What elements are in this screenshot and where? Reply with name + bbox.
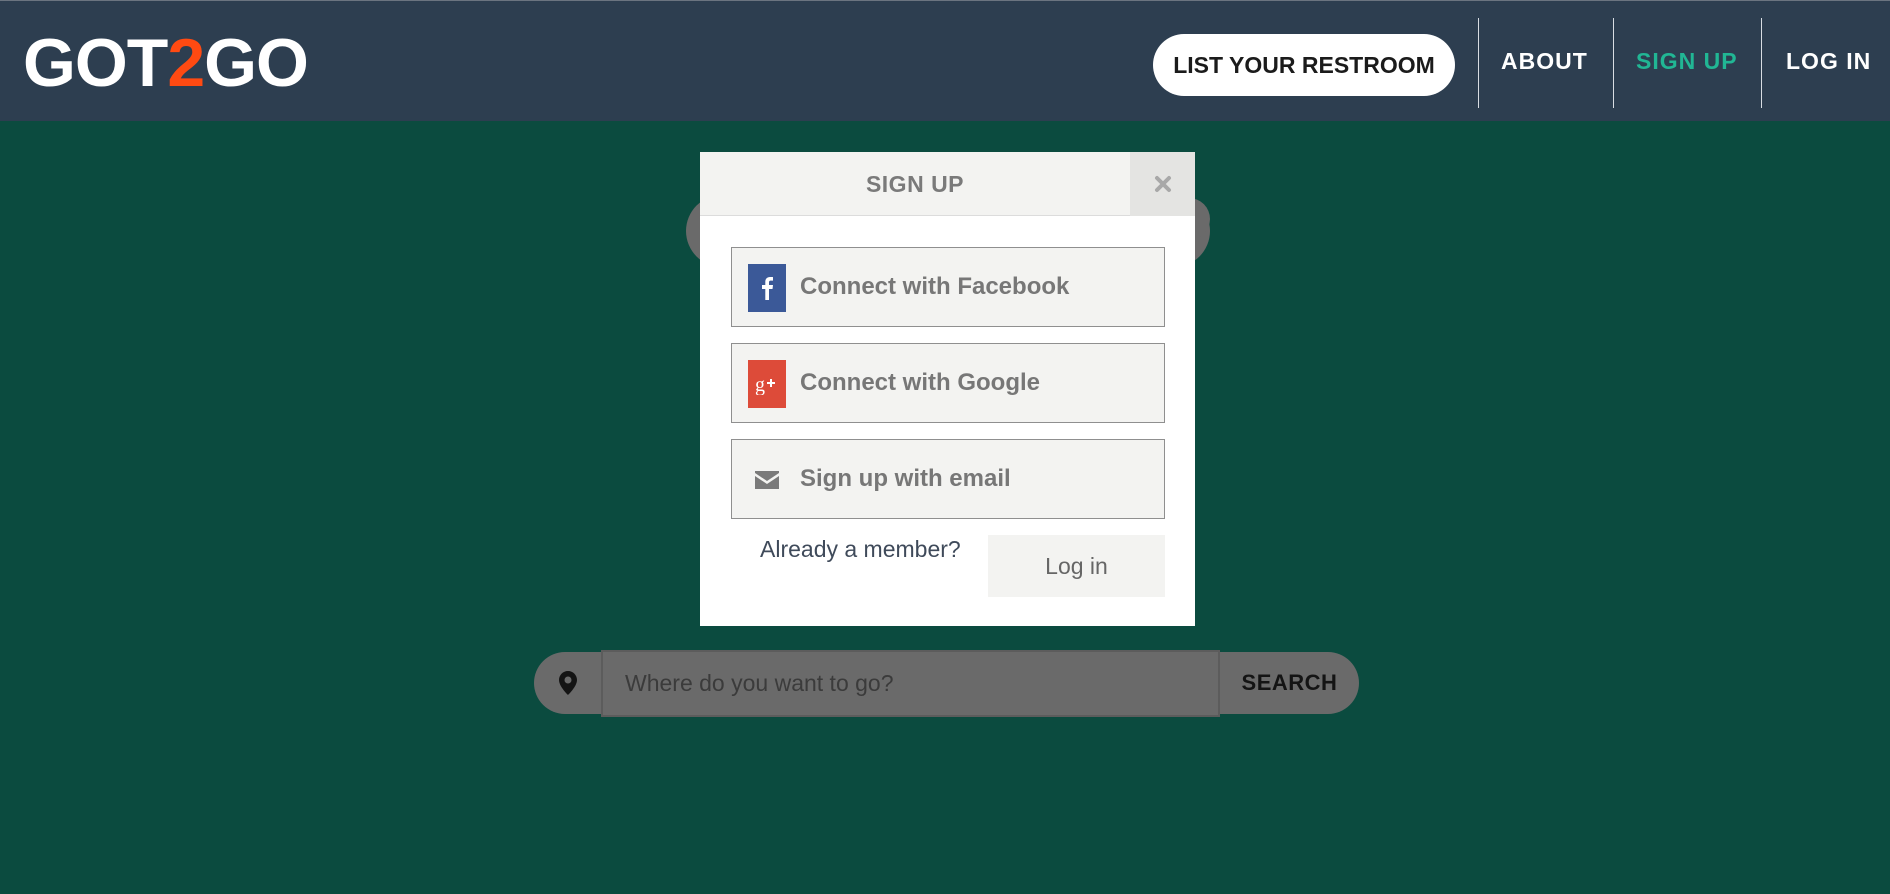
- sign-up-modal: SIGN UP Connect with Facebook g Connect …: [700, 152, 1195, 626]
- search-button[interactable]: SEARCH: [1220, 652, 1359, 714]
- logo-text-got: GOT: [23, 25, 168, 101]
- connect-google-button[interactable]: g Connect with Google: [731, 343, 1165, 423]
- nav-log-in[interactable]: LOG IN: [1786, 1, 1871, 122]
- envelope-icon: [748, 456, 786, 504]
- svg-text:g: g: [755, 374, 765, 395]
- list-your-restroom-button[interactable]: LIST YOUR RESTROOM: [1153, 34, 1455, 96]
- top-navbar: GOT2GO LIST YOUR RESTROOM ABOUT SIGN UP …: [0, 0, 1890, 121]
- location-search-input[interactable]: [601, 650, 1220, 717]
- already-member-text: Already a member?: [760, 536, 961, 562]
- nav-about[interactable]: ABOUT: [1501, 1, 1588, 122]
- modal-title: SIGN UP: [865, 170, 965, 197]
- nav-divider: [1613, 18, 1614, 108]
- nav-sign-up[interactable]: SIGN UP: [1636, 1, 1738, 122]
- facebook-icon: [748, 264, 786, 312]
- map-pin-icon: [534, 652, 602, 714]
- modal-log-in-button[interactable]: Log in: [988, 535, 1165, 597]
- close-icon[interactable]: [1130, 152, 1195, 216]
- email-button-label: Sign up with email: [800, 465, 1011, 492]
- logo-text-go: GO: [204, 25, 309, 101]
- google-plus-icon: g: [748, 360, 786, 408]
- site-logo[interactable]: GOT2GO: [23, 25, 309, 101]
- nav-divider: [1761, 18, 1762, 108]
- modal-header: SIGN UP: [700, 152, 1195, 216]
- logo-text-2: 2: [167, 25, 205, 101]
- sign-up-email-button[interactable]: Sign up with email: [731, 439, 1165, 519]
- nav-divider: [1478, 18, 1479, 108]
- facebook-button-label: Connect with Facebook: [800, 273, 1070, 300]
- google-button-label: Connect with Google: [800, 369, 1040, 396]
- connect-facebook-button[interactable]: Connect with Facebook: [731, 247, 1165, 327]
